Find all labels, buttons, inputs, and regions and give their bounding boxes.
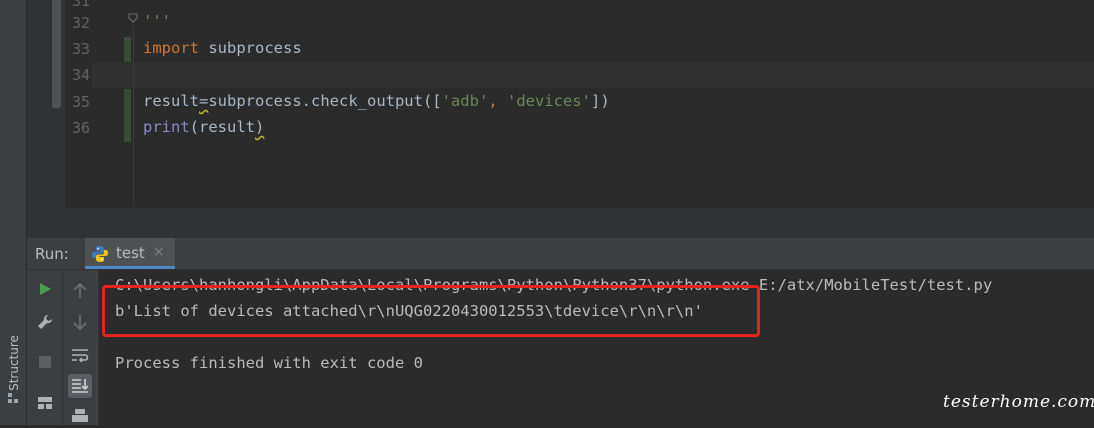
run-panel-header: Run: test × xyxy=(27,238,1094,270)
scroll-down-button[interactable] xyxy=(68,310,92,334)
soft-wrap-button[interactable] xyxy=(68,343,92,367)
code-text: subprocess xyxy=(199,39,302,57)
panel-divider[interactable] xyxy=(27,208,1094,238)
annotation-highlight-box xyxy=(102,285,760,337)
print-button[interactable] xyxy=(68,404,92,428)
arrow-up-icon xyxy=(73,283,87,298)
scroll-up-button[interactable] xyxy=(68,279,92,303)
arrow-down-icon xyxy=(73,315,87,330)
code-line: ''' xyxy=(143,12,171,30)
code-line: print(result) xyxy=(143,118,264,136)
scroll-to-end-icon xyxy=(72,379,89,393)
keyword: import xyxy=(143,39,199,57)
run-toolbar-primary xyxy=(27,270,63,425)
run-tab-test[interactable]: test × xyxy=(85,238,175,269)
layout-icon xyxy=(38,397,52,409)
scroll-to-end-button[interactable] xyxy=(68,374,92,398)
line-number: 33 xyxy=(71,40,90,58)
code-text: result xyxy=(143,92,199,110)
structure-tool-tab[interactable]: Structure xyxy=(3,320,23,410)
rerun-button[interactable] xyxy=(33,277,57,301)
current-line-highlight xyxy=(92,63,1094,88)
code-text: ]) xyxy=(590,92,610,110)
soft-wrap-icon xyxy=(72,349,89,363)
string-literal: 'devices' xyxy=(506,92,591,110)
code-text: (result xyxy=(189,118,255,136)
code-line: result=subprocess.check_output(['adb', '… xyxy=(143,92,610,110)
edit-config-button[interactable] xyxy=(33,310,57,334)
run-tab-label: test xyxy=(116,244,145,262)
play-icon xyxy=(40,283,51,295)
code-operator: = xyxy=(199,92,209,110)
line-number: 35 xyxy=(71,93,90,111)
layout-button[interactable] xyxy=(33,391,57,415)
watermark: testerhome.com xyxy=(943,392,1094,412)
builtin-function: print xyxy=(143,118,190,136)
line-number: 34 xyxy=(71,66,90,84)
wrench-icon xyxy=(38,314,53,329)
code-line: import subprocess xyxy=(143,39,302,57)
fold-icon[interactable] xyxy=(128,13,138,23)
structure-icon xyxy=(8,393,18,403)
python-icon xyxy=(92,246,108,262)
console-exit-line: Process finished with exit code 0 xyxy=(115,354,423,372)
run-label: Run: xyxy=(35,245,69,263)
string-literal: 'adb' xyxy=(441,92,489,110)
stop-button[interactable] xyxy=(33,350,57,374)
stop-icon xyxy=(39,356,51,368)
code-text: , xyxy=(488,92,507,110)
line-number: 36 xyxy=(71,119,90,137)
run-toolbar-secondary xyxy=(63,270,99,425)
code-text: ) xyxy=(255,118,265,136)
close-icon[interactable]: × xyxy=(153,244,165,260)
print-icon xyxy=(72,409,88,422)
code-text: subprocess.check_output([ xyxy=(208,92,442,110)
editor-scrollbar[interactable] xyxy=(52,0,61,108)
line-number: 32 xyxy=(71,14,90,32)
tool-window-strip: Structure xyxy=(0,0,27,425)
indent-guide xyxy=(133,25,134,205)
line-number: 31 xyxy=(71,0,90,10)
vcs-change-marker[interactable] xyxy=(124,37,131,62)
vcs-change-marker[interactable] xyxy=(124,89,131,142)
